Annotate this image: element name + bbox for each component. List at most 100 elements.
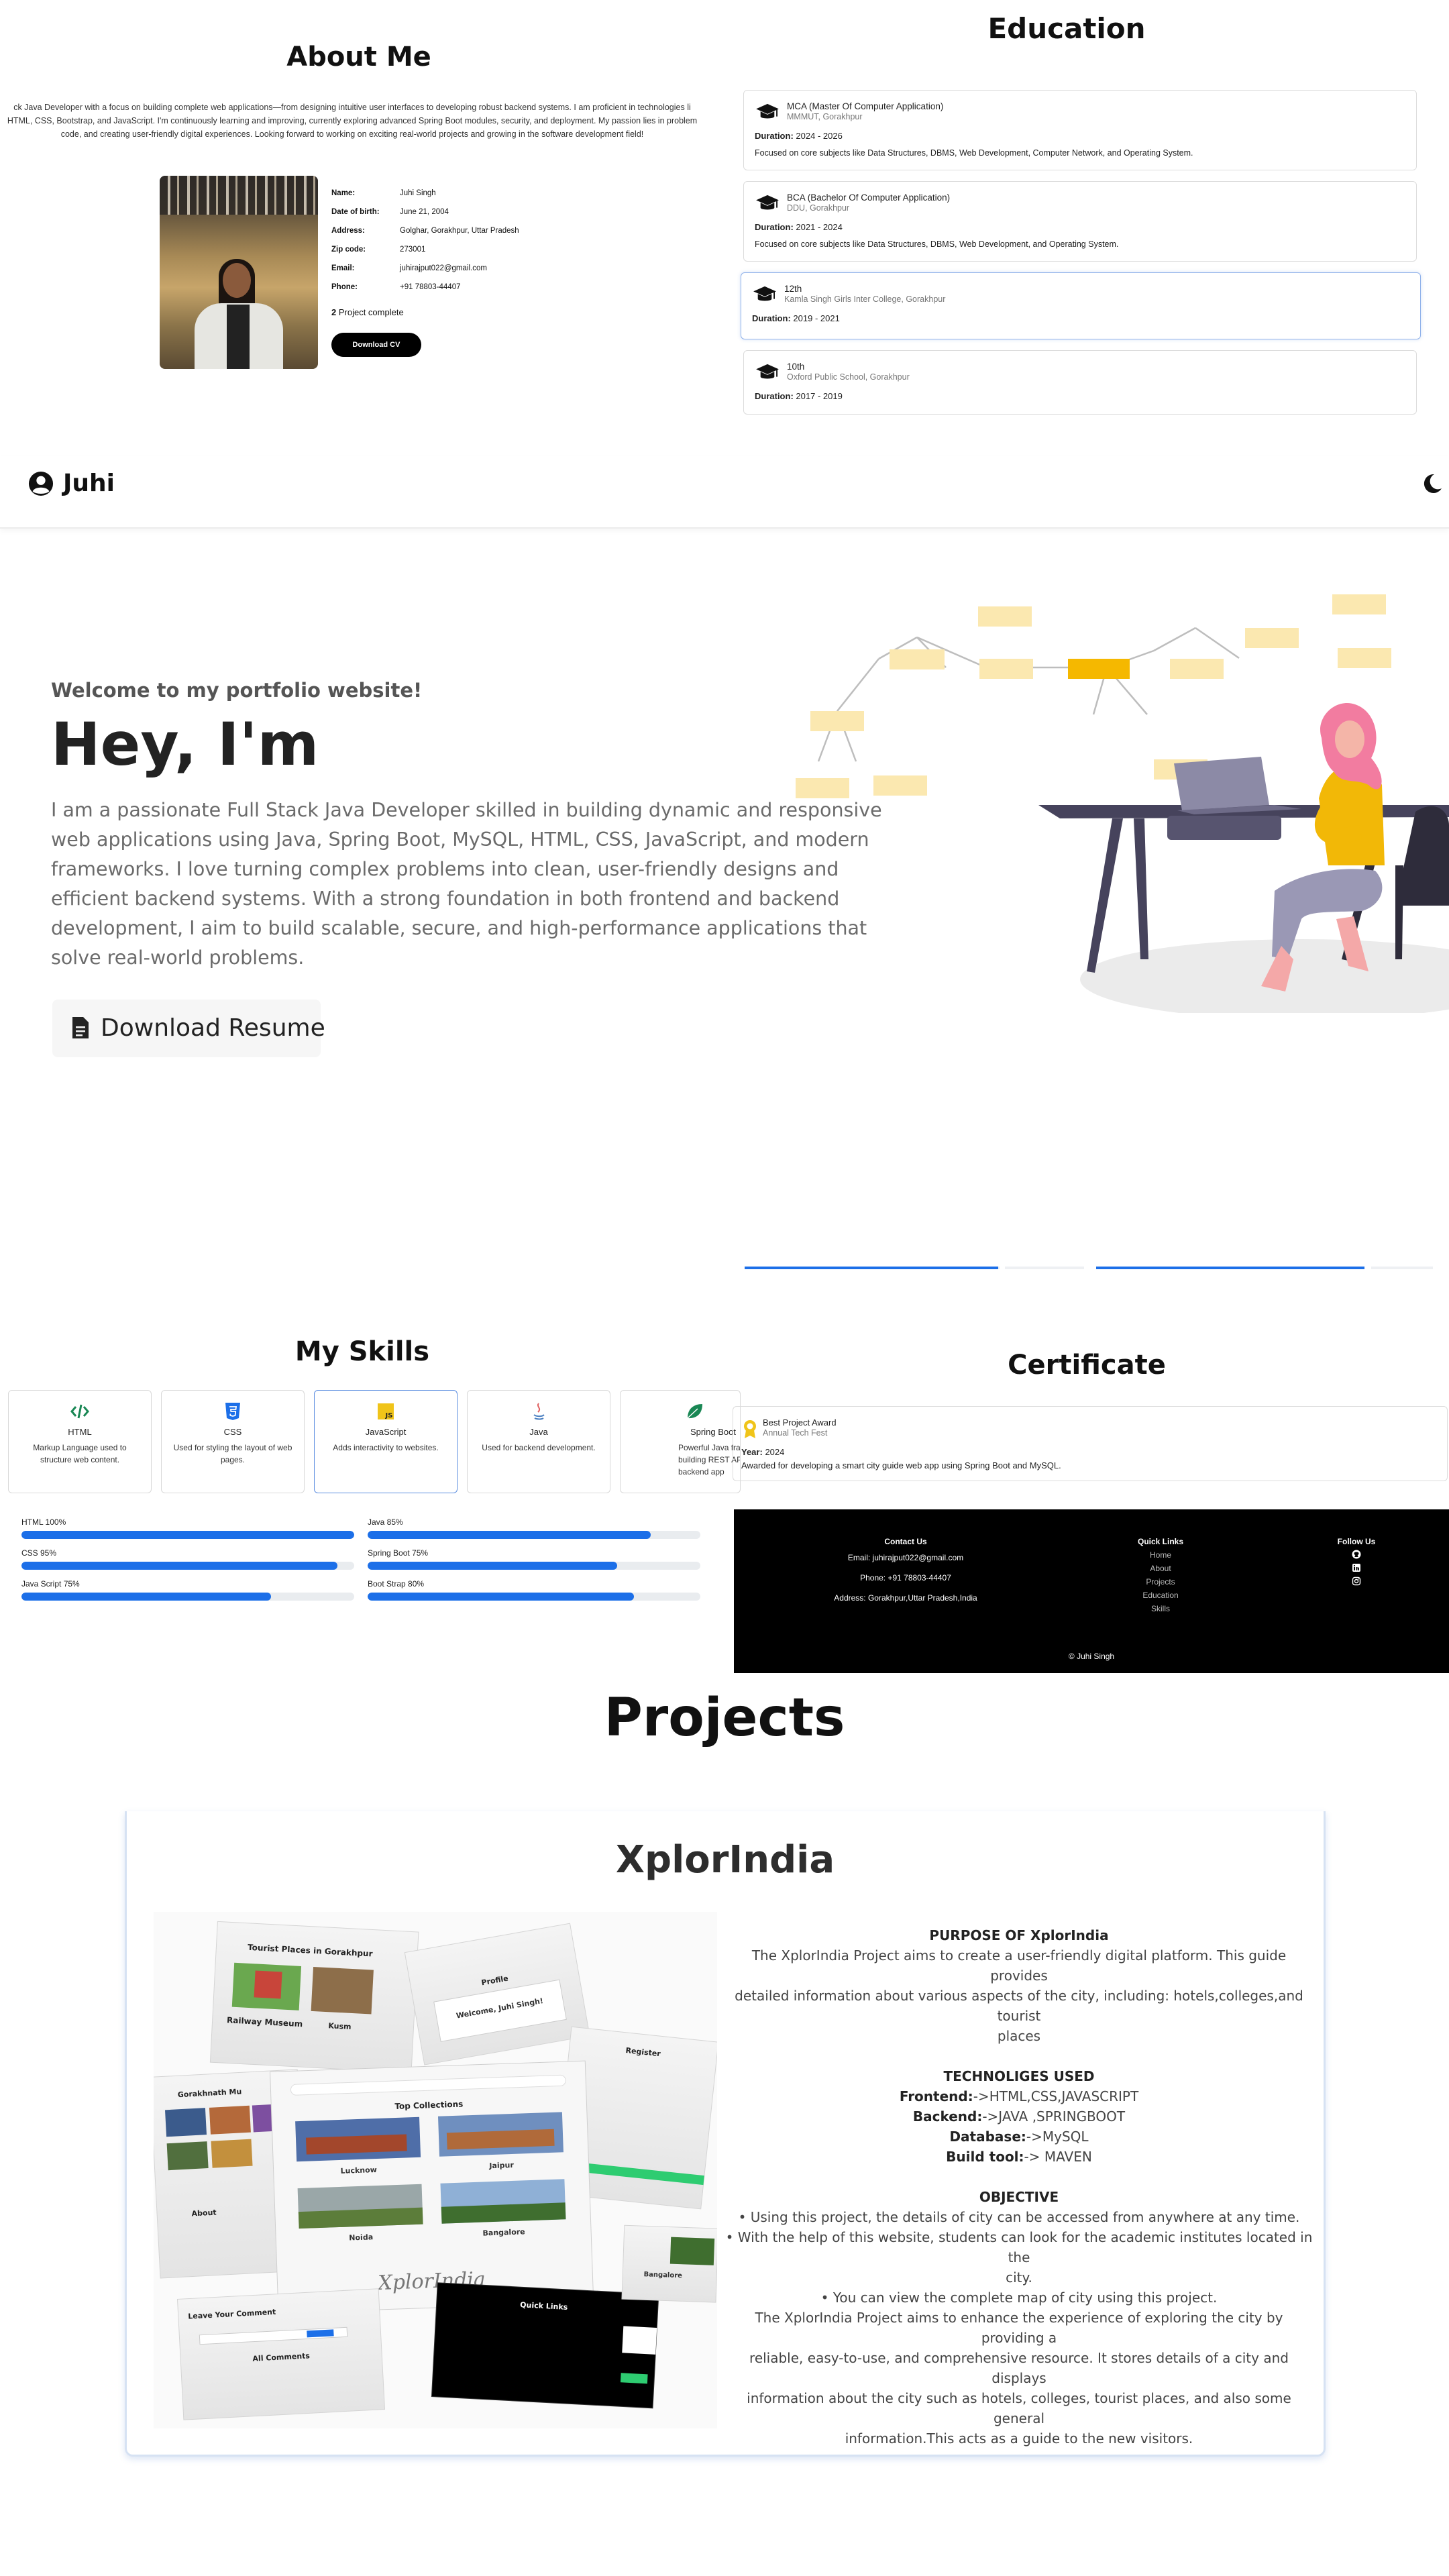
leaf-icon — [687, 1404, 702, 1419]
hero-paragraph-line: efficient backend systems. With a strong… — [51, 888, 840, 910]
javascript-icon: JS — [378, 1403, 394, 1419]
about-description-line: ck Java Developer with a focus on buildi… — [13, 103, 691, 112]
tech-label: Database: — [949, 2129, 1026, 2145]
education-duration: Duration: 2021 - 2024 — [755, 222, 843, 232]
info-value: Golghar, Gorakhpur, Uttar Pradesh — [400, 227, 519, 235]
info-key: Zip code: — [331, 246, 366, 254]
screenshot-text: Noida — [349, 2233, 373, 2242]
skill-card-html[interactable]: HTML Markup Language used to structure w… — [8, 1390, 152, 1493]
navbar: Juhi — [0, 456, 1449, 529]
about-description-line: HTML, CSS, Bootstrap, and JavaScript. I'… — [7, 116, 698, 125]
hero-section: Welcome to my portfolio website! Hey, I'… — [0, 530, 1449, 1269]
skill-description: Used for styling the layout of web pages… — [173, 1443, 292, 1464]
project-objective-title: OBJECTIVE — [979, 2189, 1059, 2205]
carousel-indicator[interactable] — [1005, 1267, 1084, 1269]
project-screenshot-collage[interactable]: Tourist Places in Gorakhpur Railway Muse… — [154, 1912, 717, 2428]
info-value: 273001 — [400, 246, 426, 254]
download-cv-button[interactable]: Download CV — [331, 333, 421, 357]
info-key: Date of birth: — [331, 208, 380, 216]
github-icon[interactable] — [1352, 1550, 1361, 1559]
certificate-year: Year: 2024 — [741, 1447, 784, 1457]
project-objective-line: • Using this project, the details of cit… — [738, 2209, 1300, 2225]
duration-label: Duration: — [755, 391, 794, 401]
skill-name: JavaScript — [365, 1427, 407, 1437]
graduation-cap-icon — [756, 195, 779, 210]
download-resume-button[interactable]: Download Resume — [52, 1000, 325, 1057]
carousel-indicator[interactable] — [1371, 1267, 1433, 1269]
info-key: Address: — [331, 227, 365, 235]
footer-address: Address: Gorakhpur,Uttar Pradesh,India — [834, 1593, 977, 1603]
project-objective-line: The XplorIndia Project aims to enhance t… — [755, 2310, 1283, 2346]
education-duration: Duration: 2017 - 2019 — [755, 391, 843, 401]
moon-icon[interactable] — [1421, 472, 1444, 495]
education-institute: DDU, Gorakhpur — [787, 203, 850, 213]
duration-label: Duration: — [755, 131, 794, 141]
projects-title: Projects — [604, 1688, 845, 1748]
education-degree: 10th — [787, 362, 805, 372]
footer-link-education[interactable]: Education — [1114, 1589, 1208, 1602]
education-card[interactable]: MCA (Master Of Computer Application) MMM… — [743, 90, 1417, 170]
education-degree: 12th — [784, 284, 802, 294]
skill-bar-fill — [368, 1562, 617, 1570]
skill-bar: Spring Boot 75% — [368, 1548, 700, 1571]
tech-value: -> MAVEN — [1024, 2149, 1092, 2165]
footer-follow-title: Follow Us — [1337, 1537, 1376, 1546]
tech-value: ->MySQL — [1026, 2129, 1089, 2145]
education-card[interactable]: 10th Oxford Public School, Gorakhpur Dur… — [743, 350, 1417, 415]
user-circle-icon[interactable] — [28, 471, 54, 496]
skill-card-javascript[interactable]: JS JavaScript Adds interactivity to webs… — [314, 1390, 458, 1493]
skill-name: Java — [529, 1427, 548, 1437]
duration-label: Duration: — [752, 313, 791, 323]
projects-section: Projects XplorIndia Tourist Places in Go… — [0, 1673, 1449, 2576]
skill-bar: CSS 95% — [21, 1548, 354, 1571]
skill-name: HTML — [68, 1427, 92, 1437]
about-title: About Me — [286, 42, 431, 72]
footer-link-projects[interactable]: Projects — [1114, 1575, 1208, 1589]
hero-paragraph: I am a passionate Full Stack Java Develo… — [51, 796, 882, 973]
nav-brand[interactable]: Juhi — [63, 470, 115, 497]
skill-card-spring-boot[interactable]: Spring Boot Powerful Java frame building… — [620, 1390, 741, 1493]
project-purpose-line: places — [997, 2028, 1041, 2044]
skill-bar-label: Boot Strap 80% — [368, 1579, 425, 1589]
award-medal-icon — [744, 1420, 756, 1438]
footer-copyright: © Juhi Singh — [1068, 1652, 1115, 1661]
skill-bar-track — [21, 1593, 354, 1601]
skill-bar-label: Spring Boot 75% — [368, 1548, 429, 1558]
education-description: Focused on core subjects like Data Struc… — [755, 239, 1119, 249]
footer-links-title: Quick Links — [1137, 1537, 1184, 1546]
graduation-cap-icon — [756, 364, 779, 379]
tech-value: ->HTML,CSS,JAVASCRIPT — [973, 2088, 1139, 2104]
screenshot-text: Bangalore — [482, 2227, 525, 2237]
linkedin-icon[interactable] — [1352, 1563, 1361, 1572]
project-objective-line: reliable, easy-to-use, and comprehensive… — [749, 2350, 1289, 2386]
project-objective-line: city. — [1006, 2269, 1032, 2286]
certificate-description: Awarded for developing a smart city guid… — [741, 1460, 1061, 1470]
certificate-card[interactable]: Best Project Award Annual Tech Fest Year… — [733, 1406, 1448, 1481]
skill-bar: Java Script 75% — [21, 1579, 354, 1602]
skill-name: CSS — [223, 1427, 242, 1437]
skill-bar-track — [21, 1531, 354, 1539]
info-value: Juhi Singh — [400, 189, 436, 197]
footer-quick-links: Quick Links Home About Projects Educatio… — [1114, 1536, 1208, 1615]
footer-link-home[interactable]: Home — [1114, 1548, 1208, 1562]
skill-card-java[interactable]: Java Used for backend development. — [467, 1390, 610, 1493]
info-value[interactable]: juhirajput022@gmail.com — [400, 264, 487, 272]
duration-value: 2024 - 2026 — [796, 131, 843, 141]
education-card[interactable]: 12th Kamla Singh Girls Inter College, Go… — [741, 272, 1421, 339]
carousel-indicator-active[interactable] — [1096, 1267, 1364, 1269]
carousel-indicator-active[interactable] — [745, 1267, 998, 1269]
footer-email[interactable]: Email: juhirajput022@gmail.com — [771, 1552, 1040, 1563]
footer-link-skills[interactable]: Skills — [1114, 1602, 1208, 1615]
education-card[interactable]: BCA (Bachelor Of Computer Application) D… — [743, 181, 1417, 262]
project-objective-line: information about the city such as hotel… — [747, 2390, 1291, 2426]
hero-welcome: Welcome to my portfolio website! — [51, 679, 423, 702]
footer-link-about[interactable]: About — [1114, 1562, 1208, 1575]
instagram-icon[interactable] — [1352, 1576, 1361, 1586]
hero-paragraph-line: frameworks. I love turning complex probl… — [51, 858, 839, 880]
footer-contact-title: Contact Us — [884, 1537, 927, 1546]
skill-description: Used for backend development. — [482, 1443, 596, 1452]
skill-bar: Boot Strap 80% — [368, 1579, 700, 1602]
developer-at-desk-illustration — [796, 594, 1449, 1013]
education-institute: MMMUT, Gorakhpur — [787, 112, 863, 121]
skill-card-css[interactable]: CSS Used for styling the layout of web p… — [161, 1390, 305, 1493]
